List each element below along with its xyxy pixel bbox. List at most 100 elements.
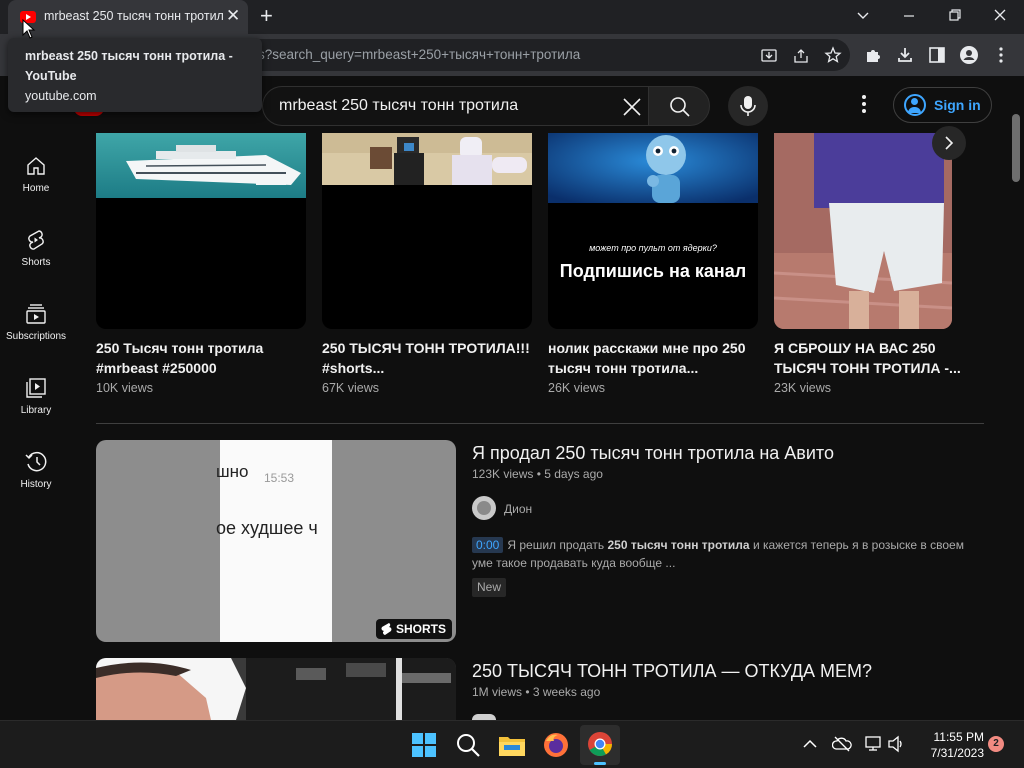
chrome-icon — [588, 732, 612, 757]
mouse-cursor-icon — [22, 19, 36, 39]
chrome-taskbar-active[interactable] — [580, 725, 620, 765]
history-icon — [25, 451, 47, 472]
sidebar-item-history[interactable]: History — [0, 451, 72, 525]
restore-icon[interactable] — [945, 6, 965, 24]
browser-tab[interactable]: mrbeast 250 тысяч тонн тротила ✕ — [8, 0, 248, 34]
microphone-icon — [740, 96, 756, 116]
avatar-face — [477, 501, 491, 515]
short-views: 26K views — [548, 381, 605, 395]
roblox-scene-image — [322, 133, 532, 185]
search-icon — [670, 97, 690, 117]
settings-kebab-icon[interactable] — [856, 92, 872, 116]
short-title[interactable]: 250 Тысяч тонн тротила #mrbeast #250000 — [96, 338, 306, 378]
share-icon[interactable] — [792, 47, 814, 65]
search-query-text: mrbeast 250 тысяч тонн тротила — [279, 97, 519, 114]
sidebar-item-label: History — [20, 479, 52, 490]
minimize-icon[interactable] — [899, 8, 919, 24]
channel-name[interactable]: Дион — [504, 502, 532, 516]
search-icon[interactable] — [452, 729, 484, 761]
notification-badge[interactable]: 2 — [988, 736, 1004, 752]
chevron-right-icon — [945, 136, 954, 150]
short-overlay-caption: может про пульт от ядерки? — [589, 243, 717, 253]
short-thumbnail[interactable] — [96, 133, 306, 329]
video-thumbnail[interactable] — [96, 658, 456, 720]
sidebar-item-home[interactable]: Home — [0, 155, 72, 229]
onedrive-offline-icon[interactable] — [832, 735, 852, 753]
video-meta: 123K views • 5 days ago — [472, 467, 603, 481]
network-icon[interactable] — [864, 735, 884, 753]
sidebar-item-label: Library — [20, 405, 52, 416]
short-title[interactable]: 250 ТЫСЯЧ ТОНН ТРОТИЛА!!! #shorts... — [322, 338, 532, 378]
person-image — [774, 133, 952, 329]
thumb-text: шно — [216, 462, 249, 481]
short-views: 67K views — [322, 381, 379, 395]
tray-chevron-up-icon[interactable] — [802, 737, 818, 751]
video-title[interactable]: Я продал 250 тысяч тонн тротила на Авито — [472, 443, 834, 464]
bookmark-star-icon[interactable] — [824, 46, 846, 64]
yacht-image — [96, 133, 306, 198]
file-explorer-icon[interactable] — [496, 729, 528, 761]
subscriptions-icon — [26, 304, 46, 324]
sidebar-item-library[interactable]: Library — [0, 377, 72, 451]
sign-in-label: Sign in — [934, 97, 981, 113]
sign-in-button[interactable]: Sign in — [893, 87, 992, 123]
side-panel-icon[interactable] — [928, 46, 950, 64]
browser-tab-strip: mrbeast 250 тысяч тонн тротила ✕ + — [0, 0, 1024, 34]
tooltip-title: mrbeast 250 тысяч тонн тротила - YouTube — [25, 49, 233, 83]
windows-taskbar: 11:55 PM 7/31/2023 — [0, 720, 1024, 768]
video-title[interactable]: 250 ТЫСЯЧ ТОНН ТРОТИЛА — ОТКУДА МЕМ? — [472, 661, 872, 682]
new-tab-button[interactable]: + — [260, 3, 273, 29]
shorts-badge-label: SHORTS — [396, 622, 447, 636]
video-meta: 1M views • 3 weeks ago — [472, 685, 601, 699]
search-input[interactable]: mrbeast 250 тысяч тонн тротила — [262, 86, 650, 126]
tab-hover-tooltip: mrbeast 250 тысяч тонн тротила - YouTube… — [8, 38, 262, 112]
sidebar-item-label: Subscriptions — [5, 331, 67, 342]
cartoon-character-image — [548, 133, 758, 203]
firefox-icon[interactable] — [540, 729, 572, 761]
thumb-time: 15:53 — [264, 471, 295, 485]
tooltip-domain: youtube.com — [25, 89, 97, 103]
active-indicator — [594, 762, 606, 765]
voice-search-button[interactable] — [728, 86, 768, 126]
shorts-logo-icon — [381, 623, 392, 635]
short-thumbnail[interactable]: может про пульт от ядерки? Подпишись на … — [548, 133, 758, 329]
chrome-menu-icon[interactable] — [992, 46, 1014, 64]
description-text: Я решил продать — [507, 538, 605, 552]
search-button[interactable] — [648, 86, 710, 126]
install-app-icon[interactable] — [760, 47, 782, 65]
short-views: 23K views — [774, 381, 831, 395]
face-meme-image — [96, 658, 456, 720]
thumb-text: ое худшее ч — [216, 518, 318, 538]
home-icon — [27, 157, 45, 175]
extensions-puzzle-icon[interactable] — [864, 46, 886, 64]
close-window-icon[interactable] — [990, 6, 1010, 24]
address-url: s?search_query=mrbeast+250+тысяч+тонн+тр… — [258, 47, 581, 62]
shorts-icon — [28, 230, 44, 250]
clock-time: 11:55 PM — [933, 730, 984, 744]
account-circle-icon — [904, 94, 926, 116]
sidebar-item-shorts[interactable]: Shorts — [0, 229, 72, 303]
tab-title: mrbeast 250 тысяч тонн тротила — [44, 9, 224, 23]
short-thumbnail[interactable] — [322, 133, 532, 329]
profile-icon[interactable] — [959, 45, 981, 65]
tab-search-chevron-icon[interactable] — [853, 8, 873, 24]
chapter-timestamp[interactable]: 0:00 — [472, 537, 504, 553]
video-thumbnail[interactable]: шно 15:53 ое худшее ч SHORTS — [96, 440, 456, 642]
short-title[interactable]: Я СБРОШУ НА ВАС 250 ТЫСЯЧ ТОНН ТРОТИЛА -… — [774, 338, 964, 378]
system-clock[interactable]: 11:55 PM 7/31/2023 — [912, 729, 984, 761]
description-highlight: 250 тысяч тонн тротила — [607, 538, 750, 552]
sidebar-item-label: Shorts — [21, 257, 51, 268]
channel-avatar[interactable] — [472, 496, 496, 520]
short-title[interactable]: нолик расскажи мне про 250 тысяч тонн тр… — [548, 338, 758, 378]
section-divider — [96, 423, 984, 424]
volume-icon[interactable] — [887, 735, 907, 753]
tab-close-icon[interactable]: ✕ — [226, 6, 240, 26]
downloads-icon[interactable] — [896, 46, 918, 64]
sidebar-item-subscriptions[interactable]: Subscriptions — [0, 303, 72, 377]
clear-search-icon[interactable] — [621, 96, 643, 118]
windows-start-icon[interactable] — [408, 729, 440, 761]
shelf-next-button[interactable] — [932, 126, 966, 160]
short-thumbnail[interactable] — [774, 133, 952, 329]
scrollbar-thumb[interactable] — [1012, 114, 1020, 182]
video-description: 0:00 Я решил продать 250 тысяч тонн троти… — [472, 536, 966, 572]
